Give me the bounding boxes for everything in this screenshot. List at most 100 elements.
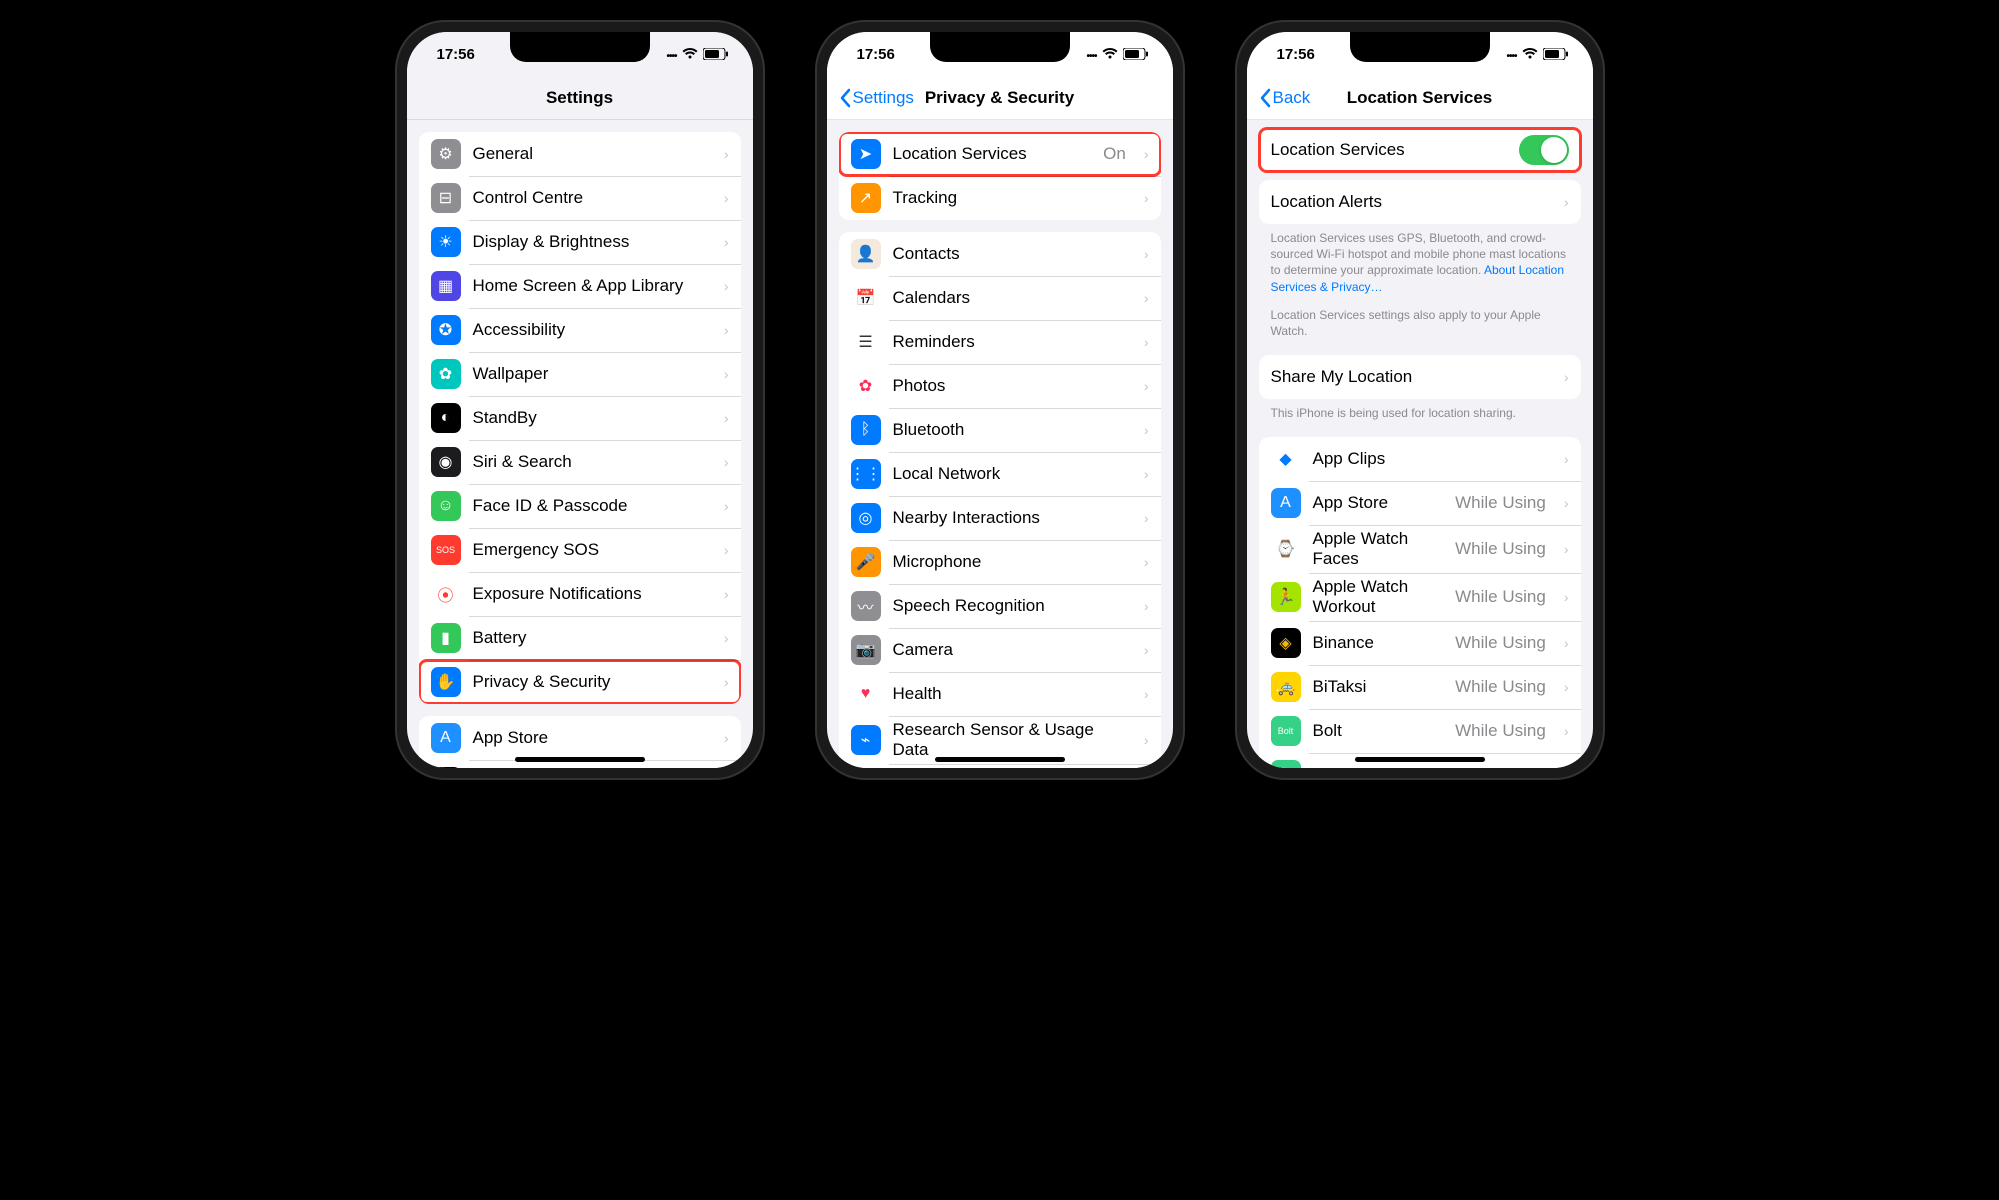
screen-1: 17:56 Settings ⚙General›⊟Control Centre›…: [407, 32, 753, 768]
app-icon: ◎: [851, 503, 881, 533]
app-icon: ↗: [851, 183, 881, 213]
app-icon: A: [1271, 488, 1301, 518]
app-icon: ▭: [431, 767, 461, 768]
row-label: Location Alerts: [1271, 192, 1546, 212]
settings-row[interactable]: ⋮⋮Local Network›: [839, 452, 1161, 496]
settings-row[interactable]: ☺Face ID & Passcode›: [419, 484, 741, 528]
toggle-switch[interactable]: [1519, 135, 1569, 165]
settings-row[interactable]: ◐StandBy›: [419, 396, 741, 440]
back-button[interactable]: Back: [1259, 88, 1311, 108]
settings-row[interactable]: ☰Reminders›: [839, 320, 1161, 364]
settings-row[interactable]: ◆App Clips›: [1259, 437, 1581, 481]
settings-row[interactable]: 〰Speech Recognition›: [839, 584, 1161, 628]
chevron-right-icon: ›: [1144, 642, 1149, 658]
settings-row[interactable]: 📷Camera›: [839, 628, 1161, 672]
row-label: Face ID & Passcode: [473, 496, 706, 516]
content-2[interactable]: ➤Location ServicesOn› ↗ Tracking › 👤Contacts…: [827, 120, 1173, 768]
chevron-right-icon: ›: [724, 498, 729, 514]
settings-row[interactable]: ▦Home Screen & App Library›: [419, 264, 741, 308]
location-services-toggle-row[interactable]: Location Services: [1259, 128, 1581, 172]
location-alerts-row[interactable]: Location Alerts ›: [1259, 180, 1581, 224]
settings-row[interactable]: BoltBoltWhile Using›: [1259, 709, 1581, 753]
settings-row[interactable]: 📅 Calendars ›: [839, 276, 1161, 320]
app-icon: ⚙: [431, 139, 461, 169]
chevron-right-icon: ›: [1144, 290, 1149, 306]
settings-row[interactable]: 🏃Apple Watch WorkoutWhile Using›: [1259, 573, 1581, 621]
settings-row[interactable]: ✿Wallpaper›: [419, 352, 741, 396]
chevron-right-icon: ›: [1144, 422, 1149, 438]
settings-row[interactable]: 👤Contacts›: [839, 232, 1161, 276]
settings-row[interactable]: ◉Siri & Search›: [419, 440, 741, 484]
row-label: General: [473, 144, 706, 164]
apps-group: ◆App Clips›AApp StoreWhile Using›⌚Apple …: [1259, 437, 1581, 768]
settings-row[interactable]: ⌂HomeKit›: [839, 764, 1161, 768]
nav-bar: Settings Privacy & Security: [827, 76, 1173, 120]
phone-frame-3: 17:56 Back Location Services Location Se…: [1235, 20, 1605, 780]
row-label: Apple Watch Faces: [1313, 529, 1444, 569]
row-label: Contacts: [893, 244, 1126, 264]
app-icon: 🏃: [1271, 582, 1301, 612]
chevron-right-icon: ›: [1564, 369, 1569, 385]
settings-row[interactable]: AApp Store›: [419, 716, 741, 760]
app-icon: ▦: [431, 271, 461, 301]
chevron-right-icon: ›: [724, 454, 729, 470]
footer-description: Location Services uses GPS, Bluetooth, a…: [1247, 224, 1593, 299]
app-icon: ☰: [851, 327, 881, 357]
row-label: Calendars: [893, 288, 1126, 308]
row-label: Nearby Interactions: [893, 508, 1126, 528]
settings-row[interactable]: ↗Tracking›: [839, 176, 1161, 220]
settings-row[interactable]: ᛒBluetooth›: [839, 408, 1161, 452]
chevron-right-icon: ›: [724, 630, 729, 646]
chevron-right-icon: ›: [1144, 732, 1149, 748]
app-icon: ➤: [851, 139, 881, 169]
nav-bar: Settings: [407, 76, 753, 120]
settings-row[interactable]: ⦿Exposure Notifications›: [419, 572, 741, 616]
chevron-right-icon: ›: [724, 190, 729, 206]
row-value: While Using: [1455, 677, 1546, 697]
settings-row[interactable]: ✋Privacy & Security›: [419, 660, 741, 704]
chevron-right-icon: ›: [1564, 589, 1569, 605]
notch: [1350, 32, 1490, 62]
content-1[interactable]: ⚙General›⊟Control Centre›☀Display & Brig…: [407, 120, 753, 768]
app-icon: ✿: [431, 359, 461, 389]
row-label: App Store: [473, 728, 706, 748]
settings-row[interactable]: ◎ Nearby Interactions ›: [839, 496, 1161, 540]
share-location-group: Share My Location ›: [1259, 355, 1581, 399]
app-icon: 📅: [851, 283, 881, 313]
settings-group: ⚙General›⊟Control Centre›☀Display & Brig…: [419, 132, 741, 704]
settings-row[interactable]: AApp StoreWhile Using›: [1259, 481, 1581, 525]
app-icon: A: [431, 723, 461, 753]
settings-row[interactable]: 🚕BiTaksiWhile Using›: [1259, 665, 1581, 709]
settings-row[interactable]: SOSEmergency SOS›: [419, 528, 741, 572]
settings-row[interactable]: ⊟Control Centre›: [419, 176, 741, 220]
row-label: Siri & Search: [473, 452, 706, 472]
chevron-right-icon: ›: [724, 234, 729, 250]
settings-row[interactable]: 🎤Microphone›: [839, 540, 1161, 584]
settings-row[interactable]: ▮Battery›: [419, 616, 741, 660]
settings-row[interactable]: ✪Accessibility›: [419, 308, 741, 352]
back-button[interactable]: Settings: [839, 88, 914, 108]
settings-row[interactable]: ⌚Apple Watch FacesWhile Using›: [1259, 525, 1581, 573]
home-indicator[interactable]: [1355, 757, 1485, 762]
content-3[interactable]: Location Services Location Alerts › Loca…: [1247, 120, 1593, 768]
nav-title: Settings: [407, 88, 753, 108]
chevron-right-icon: ›: [1144, 510, 1149, 526]
settings-row[interactable]: ➤Location ServicesOn›: [839, 132, 1161, 176]
settings-row[interactable]: ✿Photos›: [839, 364, 1161, 408]
cellular-icon: [666, 46, 676, 63]
battery-icon: [703, 48, 729, 60]
settings-row[interactable]: ⚙General›: [419, 132, 741, 176]
row-label: Health: [893, 684, 1126, 704]
settings-row[interactable]: ◈BinanceWhile Using›: [1259, 621, 1581, 665]
app-icon: ◈: [1271, 628, 1301, 658]
home-indicator[interactable]: [935, 757, 1065, 762]
app-icon: 📷: [851, 635, 881, 665]
app-icon: Bolt: [1271, 760, 1301, 768]
row-label: Tracking: [893, 188, 1126, 208]
share-my-location-row[interactable]: Share My Location ›: [1259, 355, 1581, 399]
chevron-right-icon: ›: [1564, 451, 1569, 467]
settings-row[interactable]: ♥Health›: [839, 672, 1161, 716]
chevron-right-icon: ›: [1564, 767, 1569, 768]
settings-row[interactable]: ☀Display & Brightness›: [419, 220, 741, 264]
home-indicator[interactable]: [515, 757, 645, 762]
